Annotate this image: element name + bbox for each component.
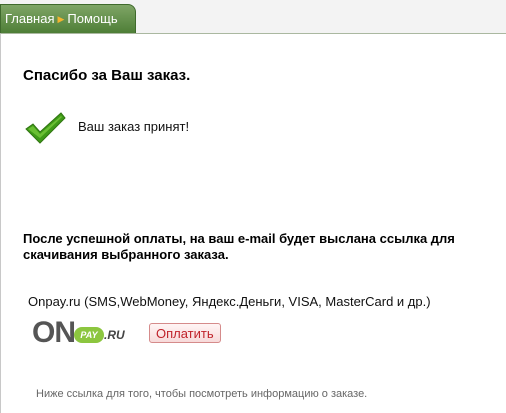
onpay-logo-on: ON [32,316,76,349]
onpay-logo-pay: PAY [74,327,104,343]
onpay-logo-ru: .RU [104,328,125,342]
payment-notice: После успешной оплаты, на ваш e-mail буд… [23,231,455,262]
breadcrumb-current: Помощь [67,11,118,26]
page-title: Спасибо за Ваш заказ. [23,67,191,84]
check-icon [25,112,66,144]
content-panel [0,33,506,413]
order-info-footnote: Ниже ссылка для того, чтобы посмотреть и… [36,388,368,400]
order-accepted-text: Ваш заказ принят! [78,119,190,134]
breadcrumb-home-link[interactable]: Главная [5,11,54,26]
onpay-logo: ON PAY .RU [32,315,132,351]
pay-button[interactable]: Оплатить [149,323,221,343]
payment-methods-text: Onpay.ru (SMS,WebMoney, Яндекс.Деньги, V… [28,294,431,309]
arrow-right-icon: ▶ [57,14,65,24]
breadcrumb: Главная ▶ Помощь [0,4,136,34]
